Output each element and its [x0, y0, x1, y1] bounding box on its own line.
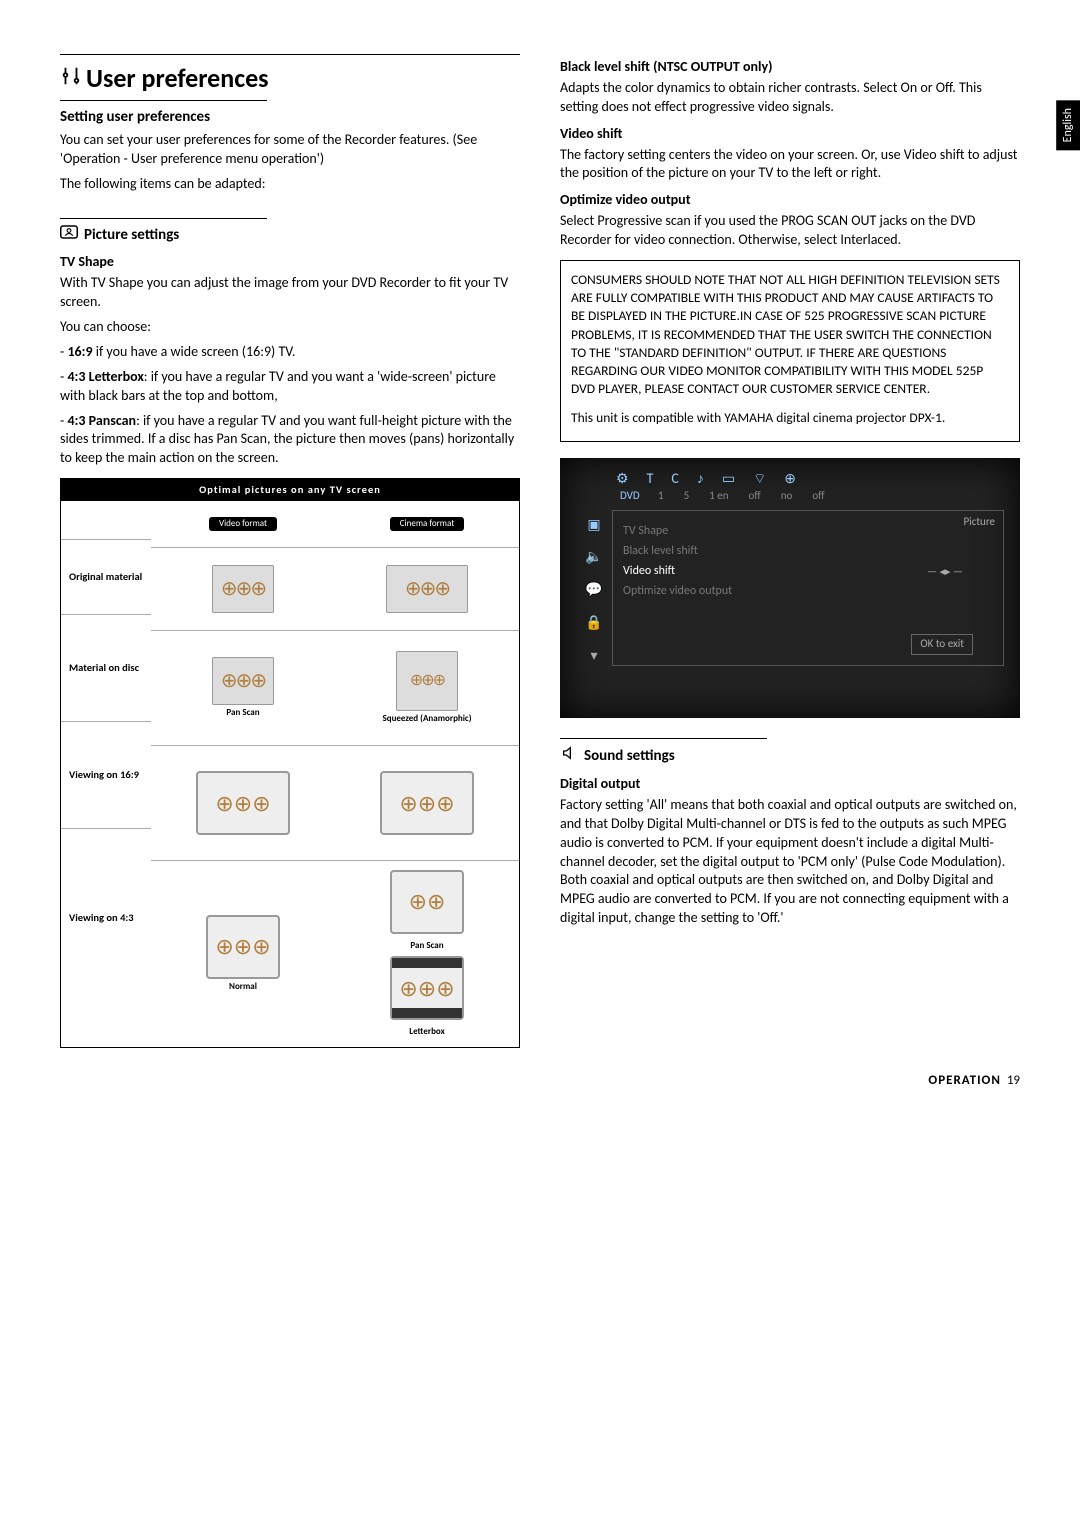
caption: Normal: [229, 981, 257, 993]
footer-section: OPERATION: [928, 1073, 1001, 1088]
notice-box: CONSUMERS SHOULD NOTE THAT NOT ALL HIGH …: [560, 260, 1020, 442]
row-label: Material on disc: [61, 615, 151, 722]
osd-zoom-icon: ⊕: [784, 470, 796, 489]
notice-text: This unit is compatible with YAMAHA digi…: [571, 409, 1009, 427]
body-text: With TV Shape you can adjust the image f…: [60, 274, 520, 312]
osd-val: 5: [684, 489, 690, 504]
osd-val: 1 en: [709, 489, 728, 504]
osd-dvd-label: DVD: [620, 489, 638, 504]
osd-item: Optimize video output: [623, 583, 993, 599]
osd-val: 1: [658, 489, 664, 504]
osd-ok-button: OK to exit: [911, 634, 973, 655]
osd-audio-icon: ♪: [697, 470, 704, 489]
osd-side-down-icon: ▾: [590, 647, 597, 666]
sound-icon: [560, 745, 578, 767]
body-text: Select Progressive scan if you used the …: [560, 212, 1020, 250]
thumb: ⊕⊕⊕: [386, 565, 468, 613]
thumb: ⊕⊕⊕: [396, 651, 458, 711]
osd-pref-icon: ⚙: [616, 470, 629, 489]
osd-side-lang-icon: 💬: [585, 581, 602, 600]
picture-icon: [60, 225, 78, 245]
body-text: - 16:9 if you have a wide screen (16:9) …: [60, 343, 520, 362]
body-text: You can set your user preferences for so…: [60, 131, 520, 169]
subhead-tv-shape: TV Shape: [60, 253, 520, 272]
tv-thumb: ⊕⊕⊕: [390, 956, 464, 1020]
rule: [60, 100, 267, 101]
rule: [560, 738, 767, 739]
body-text: The factory setting centers the video on…: [560, 146, 1020, 184]
subhead-black-level: Black level shift (NTSC OUTPUT only): [560, 58, 1020, 77]
page-title: User preferences: [60, 61, 520, 96]
page-footer: OPERATION 19: [60, 1072, 1020, 1090]
page-title-text: User preferences: [86, 61, 269, 96]
figure-title: Optimal pictures on any TV screen: [61, 479, 519, 501]
row-label: Viewing on 4:3: [61, 829, 151, 1007]
osd-val: off: [748, 489, 760, 504]
subhead-video-shift: Video shift: [560, 125, 1020, 144]
osd-item: TV Shape: [623, 523, 993, 539]
osd-side-access-icon: 🔒: [585, 614, 602, 633]
caption: Pan Scan: [226, 707, 259, 719]
pill-video-format: Video format: [209, 517, 277, 531]
preferences-icon: [60, 61, 78, 96]
row-label: Original material: [61, 540, 151, 615]
section-heading-text: Picture settings: [84, 225, 179, 245]
tv-thumb: ⊕⊕: [390, 870, 464, 934]
osd-panel-title: Picture: [964, 515, 996, 530]
notice-text: CONSUMERS SHOULD NOTE THAT NOT ALL HIGH …: [571, 271, 1009, 399]
body-text: - 4:3 Panscan: if you have a regular TV …: [60, 412, 520, 469]
rule: [60, 54, 520, 55]
subhead-digital-output: Digital output: [560, 775, 1020, 794]
caption: Pan Scan: [410, 940, 443, 952]
section-picture-settings: Picture settings: [60, 225, 520, 245]
tv-thumb: ⊕⊕⊕: [196, 771, 290, 835]
osd-title-icon: T: [647, 470, 654, 489]
section-setting-prefs: Setting user preferences: [60, 107, 520, 127]
osd-chapter-icon: C: [671, 470, 678, 489]
tv-thumb: ⊕⊕⊕: [380, 771, 474, 835]
section-sound-settings: Sound settings: [560, 745, 1020, 767]
rule: [60, 218, 267, 219]
caption: Squeezed (Anamorphic): [382, 713, 471, 725]
osd-val: off: [812, 489, 824, 504]
body-text: Factory setting 'All' means that both co…: [560, 796, 1020, 928]
osd-arrow-indicator: — ◂▸ —: [927, 565, 963, 580]
body-text: You can choose:: [60, 318, 520, 337]
subhead-optimize-video: Optimize video output: [560, 191, 1020, 210]
section-heading-text: Sound settings: [584, 746, 675, 766]
body-text: - 4:3 Letterbox: if you have a regular T…: [60, 368, 520, 406]
osd-side-sound-icon: 🔈: [585, 548, 602, 567]
thumb: ⊕⊕⊕: [212, 565, 274, 613]
osd-item: Black level shift: [623, 543, 993, 559]
osd-angle-icon: ⌔: [753, 470, 766, 489]
osd-side-picture-icon: ▣: [587, 516, 600, 535]
figure-optimal-pictures: Optimal pictures on any TV screen Origin…: [60, 478, 520, 1048]
osd-subtitle-icon: ▭: [722, 470, 735, 489]
pill-cinema-format: Cinema format: [390, 517, 464, 531]
caption: Letterbox: [409, 1026, 444, 1038]
row-label: Viewing on 16:9: [61, 722, 151, 829]
tv-thumb: ⊕⊕⊕: [206, 915, 280, 979]
thumb: ⊕⊕⊕: [212, 657, 274, 705]
osd-screenshot: ⚙ T C ♪ ▭ ⌔ ⊕ DVD 1 5 1 en off no off ▣: [560, 458, 1020, 718]
footer-page-number: 19: [1007, 1073, 1020, 1088]
osd-val: no: [781, 489, 793, 504]
body-text: The following items can be adapted:: [60, 175, 520, 194]
language-tab: English: [1056, 100, 1080, 150]
body-text: Adapts the color dynamics to obtain rich…: [560, 79, 1020, 117]
